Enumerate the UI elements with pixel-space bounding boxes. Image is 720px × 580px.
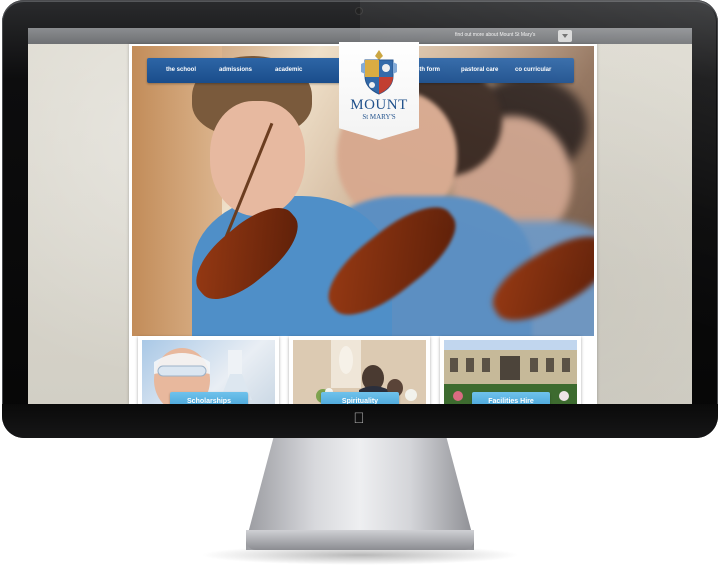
facilities-hire-button[interactable]: Facilities Hire [472, 392, 550, 404]
page-content: the school admissions academic 6th form … [129, 42, 597, 404]
chevron-down-icon[interactable] [558, 30, 572, 42]
tile-facilities-hire[interactable]: Facilities Hire [440, 336, 581, 404]
nav-item-6th-form[interactable]: 6th form [416, 58, 440, 83]
main-navigation: the school admissions academic 6th form … [147, 42, 574, 140]
tile-spirituality[interactable]: Spirituality [289, 336, 430, 404]
nav-item-academic[interactable]: academic [275, 58, 302, 83]
nav-item-admissions[interactable]: admissions [219, 58, 252, 83]
logo-subname: St MARY'S [362, 113, 396, 121]
crest-icon [361, 50, 397, 95]
scholarships-button[interactable]: Scholarships [170, 392, 248, 404]
tile-scholarships[interactable]: Scholarships [138, 336, 279, 404]
top-info-bar: find out more about Mount St Mary's [28, 28, 692, 44]
spirituality-button[interactable]: Spirituality [321, 392, 399, 404]
nav-item-the-school[interactable]: the school [166, 58, 196, 83]
camera-icon [356, 8, 362, 14]
school-logo[interactable]: MOUNT St MARY'S [339, 42, 419, 140]
screen: find out more about Mount St Mary's the … [28, 28, 692, 404]
nav-item-pastoral-care[interactable]: pastoral care [461, 58, 498, 83]
find-out-more-link[interactable]: find out more about Mount St Mary's [455, 32, 535, 38]
apple-logo-icon:  [350, 409, 368, 429]
monitor-stand-base [246, 530, 474, 550]
logo-name: MOUNT [350, 97, 408, 113]
nav-item-co-curricular[interactable]: co curricular [515, 58, 551, 83]
